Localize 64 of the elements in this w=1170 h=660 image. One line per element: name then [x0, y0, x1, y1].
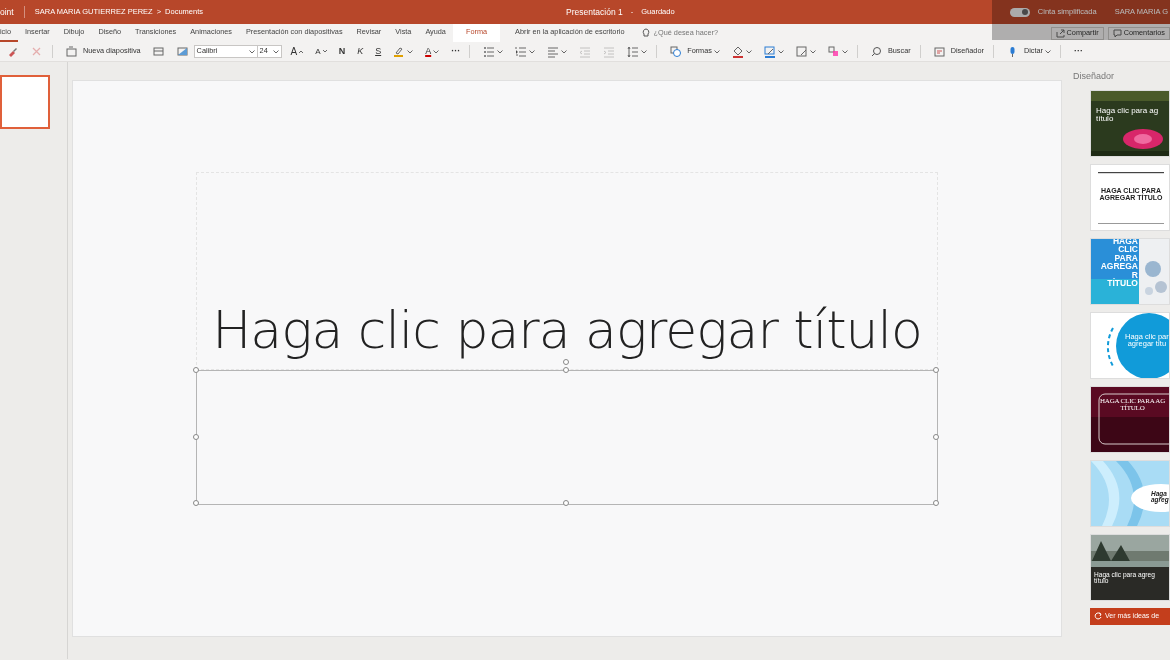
clear-icon [31, 45, 43, 58]
title-placeholder[interactable]: Haga clic para agregar título [196, 172, 938, 370]
highlighter-icon [393, 45, 406, 58]
caret-icon [841, 49, 848, 54]
paint-bucket-icon [731, 45, 744, 58]
resize-handle[interactable] [193, 433, 199, 440]
brush-icon [7, 45, 19, 58]
share-icon [1055, 28, 1065, 38]
caret-icon [1044, 49, 1051, 54]
caret-icon [433, 49, 440, 54]
resize-handle[interactable] [563, 367, 569, 373]
more-button[interactable]: ··· [448, 42, 464, 61]
outdent-icon [579, 45, 592, 58]
grow-font-button[interactable]: A [287, 42, 307, 61]
italic-button[interactable]: K [354, 42, 367, 61]
bullet-list-icon [483, 45, 496, 58]
down-caret-icon [322, 50, 327, 53]
caret-icon [809, 49, 816, 54]
lightbulb-icon [641, 28, 650, 38]
caret-icon [777, 49, 784, 54]
resize-handle[interactable] [933, 433, 939, 440]
designer-icon [933, 45, 946, 58]
arrange-icon [827, 45, 840, 58]
more-button[interactable]: ··· [1070, 42, 1086, 61]
up-caret-icon [299, 50, 304, 53]
resize-handle[interactable] [933, 367, 939, 373]
resize-handle[interactable] [933, 500, 939, 506]
shape-effects-icon [795, 45, 808, 58]
resize-handle[interactable] [193, 500, 199, 506]
caret-icon [248, 49, 255, 54]
refresh-icon [1094, 612, 1102, 620]
line-spacing-icon [627, 45, 640, 58]
slide-thumbnail[interactable] [0, 75, 50, 129]
caret-icon [561, 49, 568, 54]
pane-title: Diseñador [1073, 70, 1116, 83]
design-title: Haga clic para ag título [1096, 106, 1159, 124]
image-icon [176, 45, 189, 58]
resize-handle[interactable] [563, 500, 569, 506]
layout-icon [152, 45, 165, 58]
caret-icon [272, 49, 279, 54]
shapes-icon [670, 45, 683, 58]
pen-icon [763, 45, 776, 58]
design-idea[interactable]: Haga clic para ag título [1090, 89, 1170, 157]
document-title[interactable]: Presentación 1 [566, 5, 623, 19]
comment-icon [1112, 28, 1122, 38]
app-name: oint [0, 5, 25, 19]
indent-icon [603, 45, 616, 58]
resize-handle[interactable] [193, 367, 199, 373]
new-slide-icon [66, 45, 78, 58]
toggle-switch[interactable] [1009, 7, 1030, 17]
caret-icon [713, 49, 720, 54]
numbered-list-icon [515, 45, 528, 58]
font-color-button[interactable]: A [422, 42, 443, 61]
bold-button[interactable]: N [335, 42, 349, 61]
shrink-font-button[interactable]: A [312, 42, 330, 61]
caret-icon [641, 49, 648, 54]
caret-icon [745, 49, 752, 54]
caret-icon [407, 49, 414, 54]
caret-icon [497, 49, 504, 54]
caret-icon [529, 49, 536, 54]
underline-button[interactable]: S [372, 42, 385, 61]
align-left-icon [547, 45, 560, 58]
search-icon [870, 45, 883, 58]
rotate-handle[interactable] [563, 359, 569, 365]
